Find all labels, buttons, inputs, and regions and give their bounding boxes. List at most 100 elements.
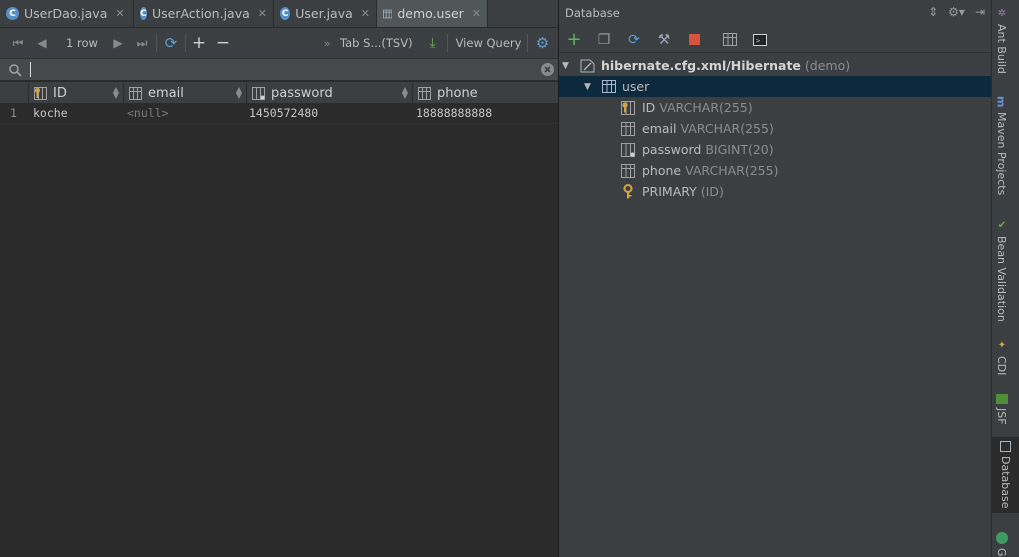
add-row-icon[interactable]: + (192, 32, 206, 54)
search-icon (9, 64, 22, 77)
grid-header: ID ▲ ▼ email ▲ ▼ password ▲ ▼ phone (0, 82, 558, 104)
maven-projects-tool-button[interactable]: m Maven Projects (994, 96, 1009, 195)
row-number: 1 (10, 106, 17, 120)
settings-gear-icon[interactable]: ⚙▾ (948, 5, 965, 19)
tree-node-column-password[interactable]: password BIGINT(20) (559, 139, 991, 160)
delete-row-icon[interactable]: − (216, 32, 230, 54)
tab-userdao[interactable]: C UserDao.java ✕ (0, 0, 134, 27)
tree-node-column-email[interactable]: email VARCHAR(255) (559, 118, 991, 139)
last-page-icon[interactable]: ⏭ (134, 32, 150, 54)
expand-arrow-icon[interactable]: ▼ (584, 82, 594, 92)
add-datasource-icon[interactable]: + (565, 29, 583, 50)
gradle-icon (995, 532, 1008, 544)
database-panel-title: Database (565, 6, 620, 20)
tree-node-column-id[interactable]: ID VARCHAR(255) (559, 97, 991, 118)
tree-node-table-user[interactable]: ▼ user (559, 76, 991, 97)
tab-label: UserAction.java (151, 6, 250, 21)
column-header-password[interactable]: password ▲ ▼ (246, 82, 412, 104)
column-icon (621, 163, 635, 178)
copy-icon[interactable]: ❐ (595, 31, 613, 49)
database-tool-window: Database ⇕ ⚙▾ ⇥ + ❐ ⟳ ⚒ > ▼ hibernate.cf… (559, 0, 991, 557)
column-type: BIGINT(20) (705, 142, 774, 157)
table-name: user (622, 79, 650, 94)
column-type: VARCHAR(255) (685, 163, 779, 178)
tab-demo-user[interactable]: demo.user ✕ (377, 0, 488, 27)
close-tab-icon[interactable]: ✕ (361, 7, 370, 20)
cdi-icon: ✦ (996, 340, 1008, 351)
cdi-tool-button[interactable]: ✦ CDI (995, 340, 1008, 375)
download-icon[interactable]: ⤓ (425, 32, 441, 54)
tab-label: demo.user (397, 6, 464, 21)
tree-node-column-phone[interactable]: phone VARCHAR(255) (559, 160, 991, 181)
column-header-phone[interactable]: phone (412, 82, 558, 104)
table-row[interactable]: 1 koche <null> 1450572480 18888888888 (0, 104, 558, 124)
previous-page-icon[interactable]: ◀ (36, 32, 48, 54)
cell-id[interactable]: koche (33, 106, 68, 120)
column-header-email[interactable]: email ▲ ▼ (123, 82, 246, 104)
column-icon (418, 86, 431, 100)
sort-icon[interactable]: ▲ ▼ (113, 86, 119, 100)
table-editor-icon[interactable] (721, 31, 739, 49)
next-page-icon[interactable]: ▶ (112, 32, 124, 54)
view-query-button[interactable]: View Query (456, 32, 522, 54)
tool-window-label: Bean Validation (995, 236, 1008, 322)
toolbar-separator (446, 34, 448, 52)
sort-icon[interactable]: ▲ ▼ (402, 86, 408, 100)
first-page-icon[interactable]: ⏮ (10, 32, 26, 54)
gradle-tool-button[interactable]: G (995, 532, 1008, 557)
close-tab-icon[interactable]: ✕ (115, 7, 124, 20)
close-tab-icon[interactable]: ✕ (472, 7, 481, 20)
tree-node-datasource[interactable]: ▼ hibernate.cfg.xml/Hibernate (demo) (559, 55, 991, 76)
cell-password[interactable]: 1450572480 (249, 106, 318, 120)
tab-label: User.java (295, 6, 353, 21)
refresh-icon[interactable]: ⟳ (163, 32, 179, 54)
column-icon (621, 142, 635, 157)
column-header-label: phone (437, 85, 478, 101)
column-type: VARCHAR(255) (680, 121, 774, 136)
datasource-suffix: (demo) (804, 58, 851, 73)
editor-tab-bar: C UserDao.java ✕ C UserAction.java ✕ C U… (0, 0, 558, 28)
tool-window-label: CDI (995, 356, 1008, 376)
stop-icon[interactable] (685, 31, 703, 49)
console-icon[interactable]: > (751, 31, 769, 49)
primary-key-column-icon (34, 86, 47, 100)
export-format-selector[interactable]: Tab S...(TSV) (340, 32, 413, 54)
close-tab-icon[interactable]: ✕ (258, 7, 267, 20)
jsf-tool-button[interactable]: JSF (995, 394, 1008, 425)
database-tool-button[interactable]: Database (992, 437, 1019, 513)
ant-icon: ✲ (996, 8, 1008, 19)
properties-icon[interactable]: ⚒ (655, 31, 673, 49)
data-editor-pane: C UserDao.java ✕ C UserAction.java ✕ C U… (0, 0, 558, 557)
java-class-icon: C (280, 7, 291, 20)
jsf-icon (995, 394, 1008, 404)
settings-gear-icon[interactable]: ⚙ (534, 32, 550, 54)
tab-useraction[interactable]: C UserAction.java ✕ (134, 0, 274, 27)
table-icon (383, 9, 393, 18)
hide-panel-icon[interactable]: ⇥ (975, 5, 985, 19)
column-icon (621, 121, 635, 136)
sort-icon[interactable]: ▲ ▼ (236, 86, 242, 100)
tab-label: UserDao.java (24, 6, 108, 21)
key-icon (623, 184, 633, 199)
expand-arrow-icon[interactable]: ▼ (562, 61, 572, 71)
bean-validation-tool-button[interactable]: ✔ Bean Validation (995, 220, 1008, 322)
collapse-all-icon[interactable]: ⇕ (928, 5, 938, 19)
more-actions-icon[interactable]: » (322, 32, 332, 54)
maven-icon: m (994, 96, 1008, 108)
tree-node-primary-key[interactable]: PRIMARY (ID) (559, 181, 991, 202)
tool-window-label: JSF (995, 408, 1008, 425)
database-panel-header: Database ⇕ ⚙▾ ⇥ (559, 0, 991, 26)
refresh-icon[interactable]: ⟳ (625, 31, 643, 49)
ant-build-tool-button[interactable]: ✲ Ant Build (995, 8, 1008, 74)
column-header-id[interactable]: ID ▲ ▼ (28, 82, 123, 104)
bean-validation-icon: ✔ (996, 220, 1008, 231)
column-type: VARCHAR(255) (659, 100, 753, 115)
tab-user-java[interactable]: C User.java ✕ (274, 0, 377, 27)
filter-input[interactable] (28, 61, 538, 79)
data-editor-toolbar: ⏮ ◀ 1 row ▶ ⏭ ⟳ + − » Tab S...(TSV) ⤓ Vi… (0, 28, 558, 59)
cell-phone[interactable]: 18888888888 (416, 106, 492, 120)
database-icon (1000, 441, 1011, 452)
clear-filter-icon[interactable] (540, 62, 555, 77)
column-name: password (642, 142, 702, 157)
cell-email[interactable]: <null> (127, 106, 169, 120)
